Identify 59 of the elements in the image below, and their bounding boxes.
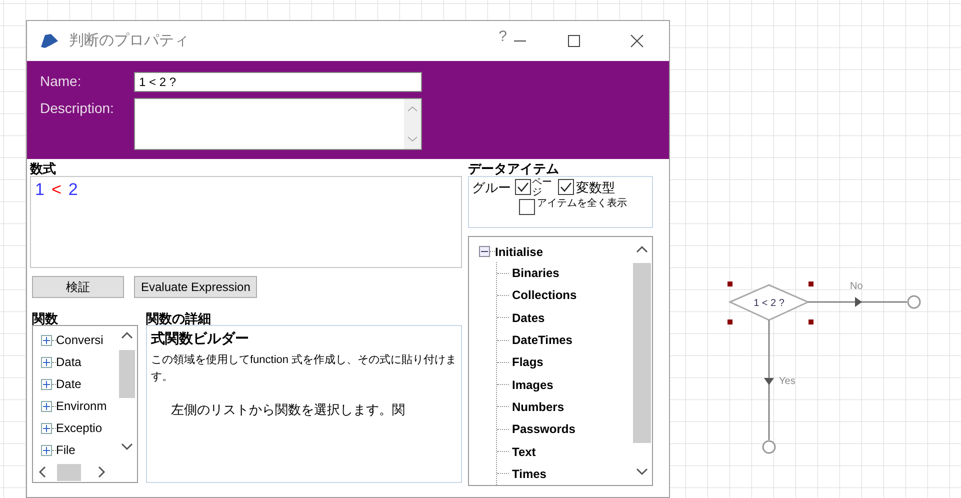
functions-label: 関数 bbox=[32, 313, 59, 325]
tree-item[interactable]: DateTimes bbox=[512, 331, 572, 350]
window-title: 判断のプロパティ bbox=[69, 30, 189, 51]
checkbox-label: アイテムを全く表示 bbox=[537, 198, 628, 209]
checkbox-label: 変数型 bbox=[576, 179, 615, 197]
expand-icon[interactable] bbox=[41, 334, 52, 346]
checkbox[interactable] bbox=[519, 199, 535, 215]
tree-item[interactable]: Dates bbox=[512, 308, 545, 327]
expand-icon[interactable] bbox=[41, 444, 52, 456]
branch-label: Yes bbox=[779, 376, 796, 387]
function-item[interactable]: Exceptio bbox=[56, 419, 102, 437]
expand-icon[interactable] bbox=[41, 378, 52, 390]
tree-item[interactable]: Images bbox=[512, 376, 554, 394]
details-hint: 左側のリストから関数を選択します。関 bbox=[171, 401, 406, 419]
tree-item[interactable]: Initialise bbox=[495, 242, 544, 261]
validate-button[interactable]: 検証 bbox=[32, 276, 124, 298]
function-item[interactable]: Data bbox=[56, 353, 82, 371]
tree-item[interactable]: Times bbox=[512, 464, 546, 483]
expression-editor[interactable]: 1 < 2 bbox=[30, 176, 462, 268]
expand-icon[interactable] bbox=[41, 422, 52, 434]
name-label: Name: bbox=[40, 72, 82, 91]
function-item[interactable]: Date bbox=[56, 375, 82, 393]
function-item[interactable]: File bbox=[56, 441, 76, 459]
help-button[interactable]: ? bbox=[498, 26, 507, 48]
checkbox-label: ページ bbox=[532, 178, 552, 198]
expression-token: 1 bbox=[35, 179, 44, 201]
description-label: Description: bbox=[40, 99, 115, 118]
close-icon[interactable] bbox=[629, 33, 645, 49]
tree-item[interactable]: Passwords bbox=[512, 420, 576, 438]
function-details-label: 関数の詳細 bbox=[146, 313, 212, 325]
details-description: この領域を使用してfunction 式を作成し、その式に貼り付けます。 bbox=[151, 353, 457, 385]
maximize-icon[interactable] bbox=[567, 34, 581, 48]
expression-label: 数式 bbox=[30, 162, 57, 176]
function-item[interactable]: Environm bbox=[56, 397, 107, 415]
app-icon bbox=[39, 33, 59, 49]
function-item[interactable]: Conversi bbox=[56, 331, 104, 349]
tree-item[interactable]: Numbers bbox=[512, 398, 564, 416]
collapse-icon[interactable] bbox=[479, 246, 490, 258]
node-label: 1 < 2 ? bbox=[754, 298, 784, 309]
tree-item[interactable]: Binaries bbox=[512, 264, 560, 282]
scrollbar-icon[interactable] bbox=[404, 99, 421, 149]
data-items-label: データアイテム bbox=[468, 162, 560, 176]
tree-item[interactable]: Collections bbox=[512, 286, 577, 304]
description-field[interactable] bbox=[134, 98, 422, 150]
checkbox[interactable] bbox=[558, 179, 574, 195]
expand-icon[interactable] bbox=[41, 400, 52, 412]
end-node bbox=[907, 295, 921, 309]
group-label: グルー bbox=[472, 179, 511, 197]
tree-item[interactable]: Flags bbox=[512, 353, 544, 372]
name-field[interactable]: 1 < 2 ? bbox=[134, 72, 422, 92]
expression-token: 2 bbox=[68, 179, 78, 201]
expression-token: < bbox=[51, 179, 62, 201]
end-node bbox=[762, 440, 776, 454]
checkbox[interactable] bbox=[515, 179, 531, 195]
branch-label: No bbox=[850, 281, 863, 292]
expand-icon[interactable] bbox=[41, 356, 52, 368]
evaluate-button[interactable]: Evaluate Expression bbox=[134, 276, 258, 298]
tree-item[interactable]: Text bbox=[512, 442, 536, 461]
details-heading: 式関数ビルダー bbox=[151, 329, 250, 348]
